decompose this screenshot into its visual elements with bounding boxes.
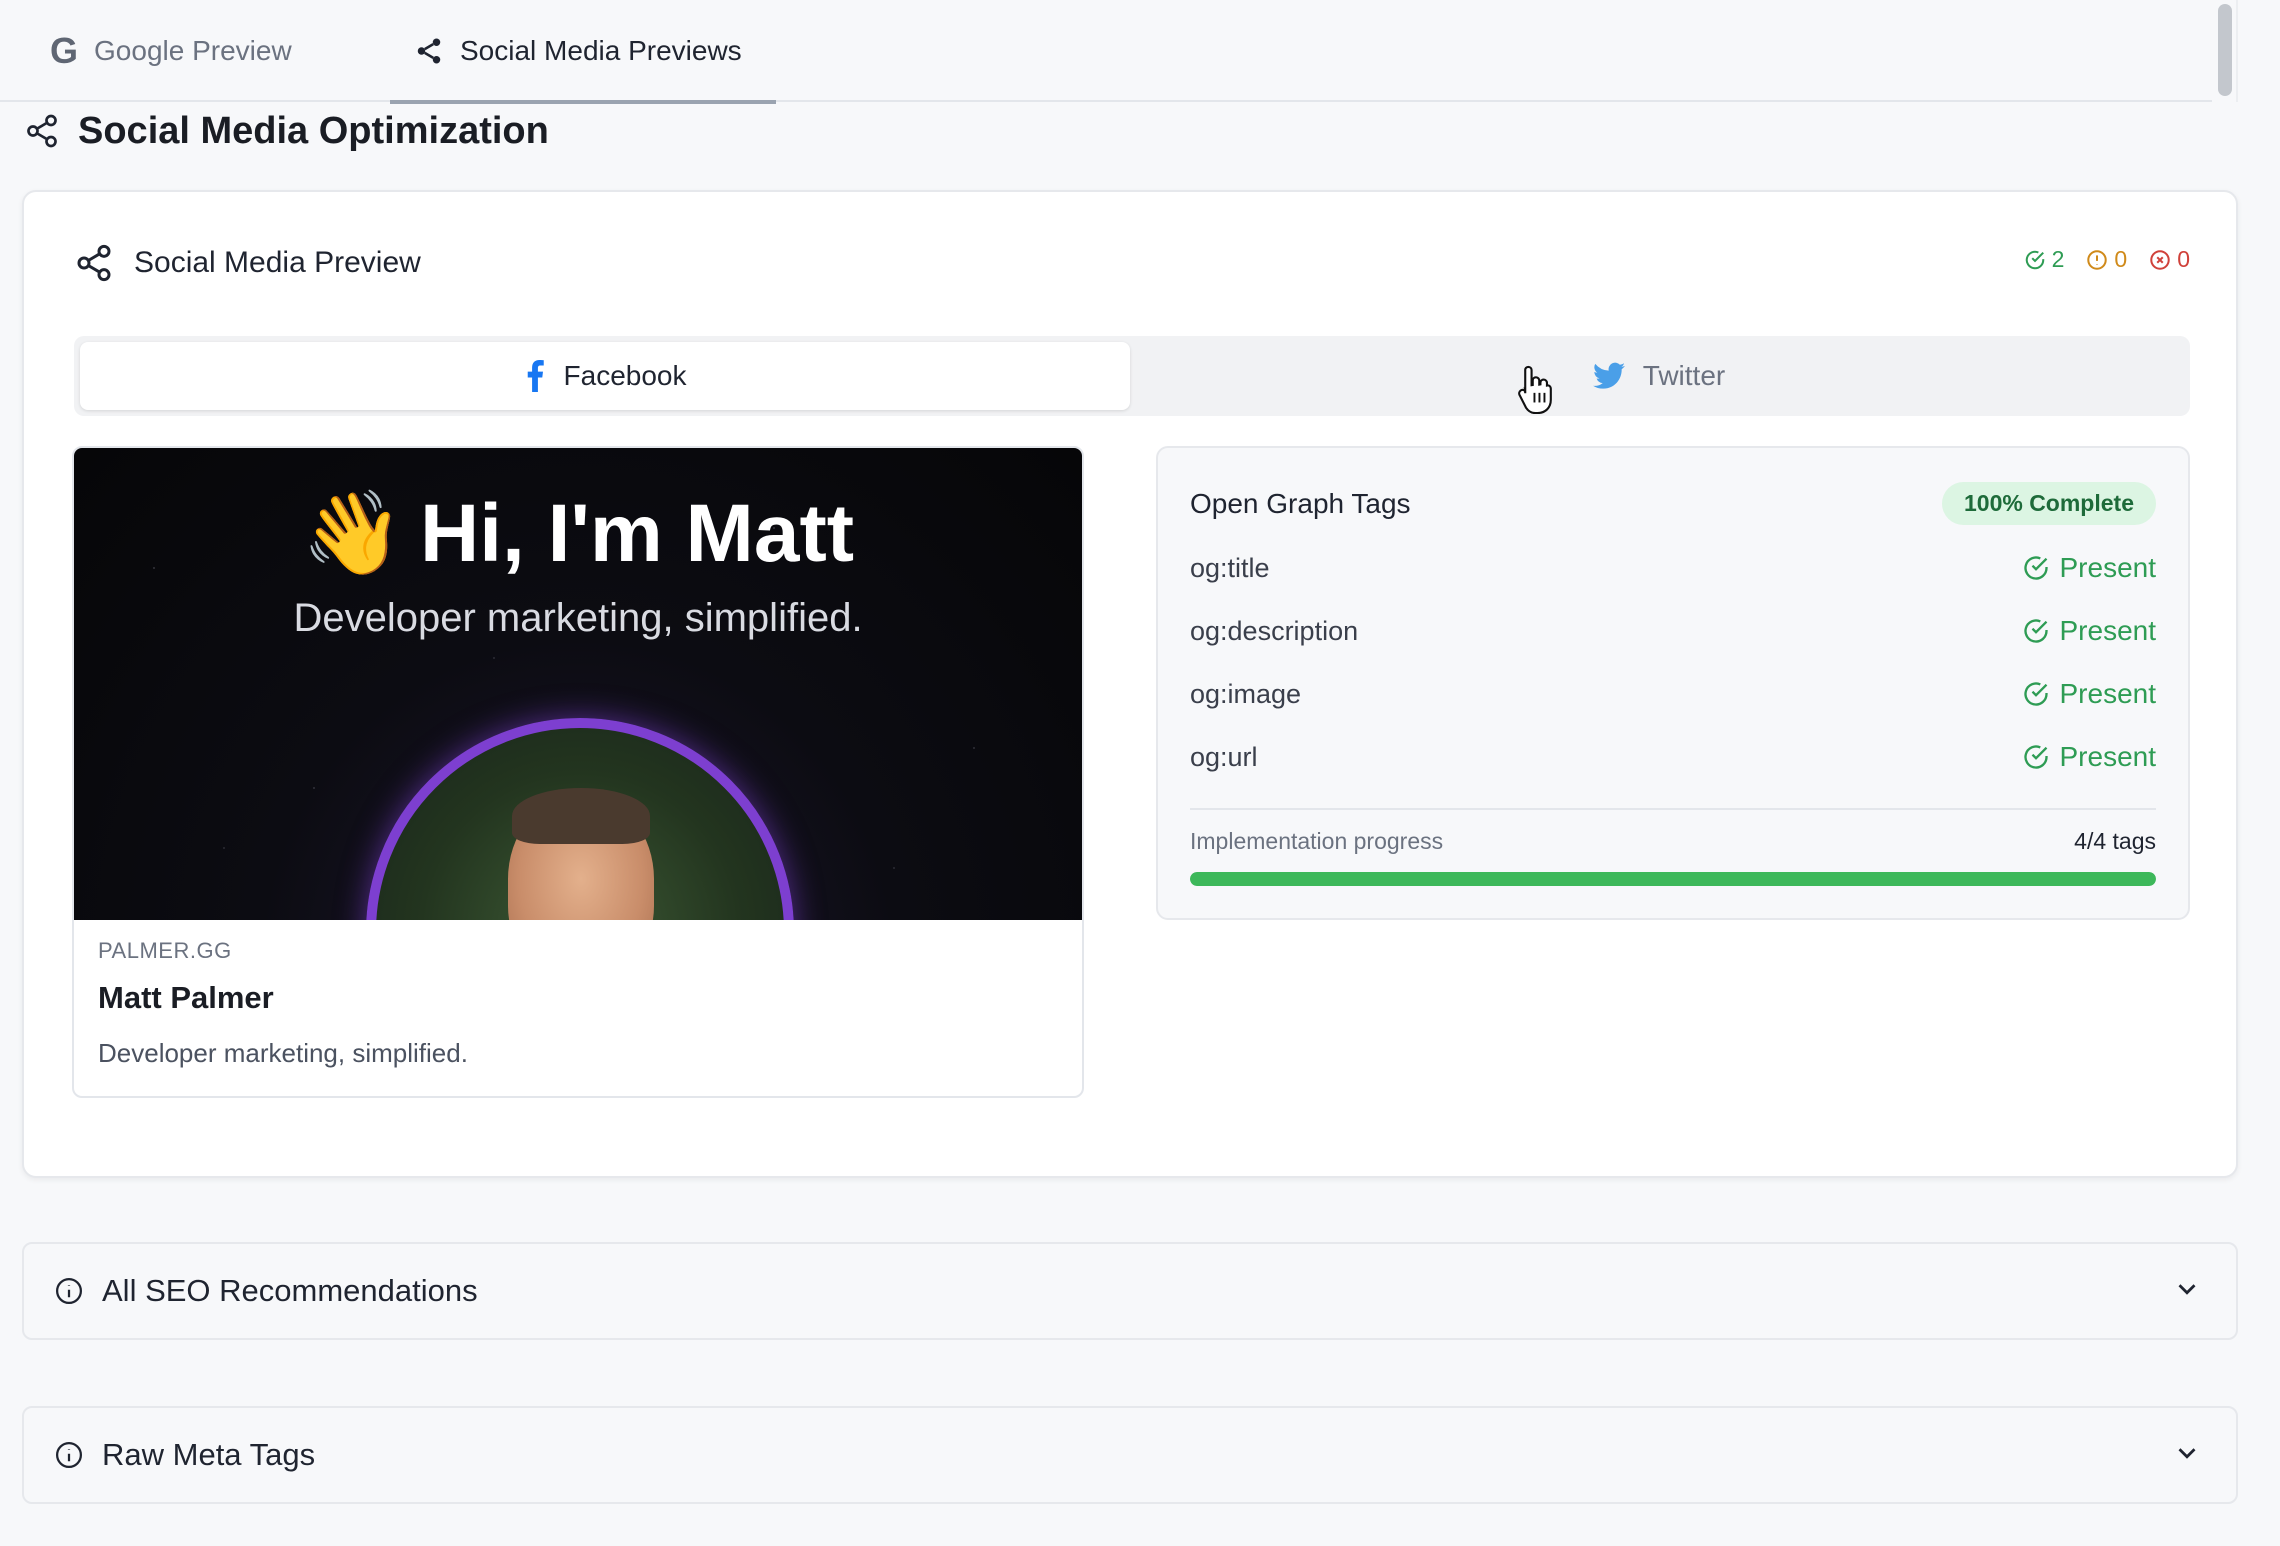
alert-circle-icon — [2087, 249, 2108, 270]
scrollbar-thumb[interactable] — [2218, 4, 2232, 96]
info-icon — [56, 1278, 82, 1304]
seo-recommendations-label: All SEO Recommendations — [102, 1273, 478, 1308]
chevron-down-icon — [2178, 1448, 2196, 1459]
og-tag-status: Present — [2022, 678, 2157, 710]
completion-badge: 100% Complete — [1941, 482, 2156, 525]
og-tag-key: og:url — [1190, 741, 1258, 772]
check-circle-icon — [2023, 619, 2048, 643]
og-image-headline-text: Hi, I'm Matt — [420, 488, 855, 579]
scrollbar-track — [2236, 0, 2238, 102]
og-tag-row: og:url Present — [1190, 737, 2156, 777]
og-tag-key: og:image — [1190, 678, 1302, 709]
tab-social-media-previews[interactable]: Social Media Previews — [390, 0, 776, 104]
og-tag-status: Present — [2022, 615, 2157, 647]
error-count-value: 0 — [2177, 246, 2190, 272]
twitter-tab-label: Twitter — [1642, 360, 1726, 391]
og-tag-key: og:title — [1190, 552, 1270, 583]
share-icon — [77, 244, 111, 282]
twitter-tab[interactable]: Twitter — [1134, 342, 2184, 410]
status-counts: 2 0 0 — [2024, 246, 2190, 273]
section-title-text: Social Media Optimization — [78, 109, 549, 152]
check-circle-icon — [2023, 556, 2048, 580]
passed-count: 2 — [2024, 246, 2065, 273]
waving-hand-icon: 👋 — [301, 488, 405, 579]
tab-social-media-previews-label: Social Media Previews — [460, 35, 742, 66]
x-circle-icon — [2150, 249, 2170, 270]
og-tag-row: og:title Present — [1190, 548, 2156, 588]
card-title: Social Media Preview — [134, 246, 421, 279]
preview-domain: PALMER.GG — [98, 938, 232, 963]
progress-label: Implementation progress — [1190, 828, 1444, 854]
share-icon — [27, 114, 57, 148]
implementation-progress-bar — [1190, 872, 2156, 886]
preview-text: PALMER.GG Matt Palmer Developer marketin… — [98, 938, 1058, 1069]
og-image-headline: 👋 Hi, I'm Matt — [74, 486, 1082, 582]
og-tag-key: og:description — [1190, 615, 1359, 646]
og-tag-status: Present — [2022, 741, 2157, 773]
og-panel-title: Open Graph Tags — [1190, 487, 1411, 519]
tab-google-preview-label: Google Preview — [94, 35, 292, 66]
progress-bar-fill — [1190, 872, 2156, 886]
google-icon: G — [50, 30, 79, 71]
facebook-tab[interactable]: Facebook — [80, 342, 1130, 410]
chevron-down-icon — [2178, 1284, 2196, 1295]
warning-count-value: 0 — [2114, 246, 2128, 272]
check-circle-icon — [2023, 745, 2048, 769]
progress-labels: Implementation progress 4/4 tags — [1190, 828, 2156, 855]
preview-title: Matt Palmer — [98, 980, 274, 1015]
raw-meta-tags-label: Raw Meta Tags — [102, 1437, 316, 1472]
divider — [1190, 808, 2156, 810]
twitter-icon — [1592, 362, 1625, 389]
hand-pointer-cursor-icon — [1518, 365, 1552, 414]
og-tag-status-text: Present — [2059, 678, 2157, 709]
section-title: Social Media Optimization — [24, 108, 549, 154]
card-header: Social Media Preview — [74, 238, 421, 288]
progress-value: 4/4 tags — [2074, 828, 2156, 854]
tab-google-preview[interactable]: G Google Preview — [50, 0, 292, 102]
facebook-tab-label: Facebook — [563, 360, 687, 391]
platform-switcher: Facebook Twitter — [74, 336, 2190, 416]
preview-tabbar: G Google Preview Social Media Previews — [0, 0, 2212, 104]
passed-count-value: 2 — [2051, 246, 2065, 272]
og-panel-header: Open Graph Tags 100% Complete — [1190, 482, 2156, 525]
error-count: 0 — [2149, 246, 2190, 273]
og-tag-status-text: Present — [2059, 615, 2157, 646]
warning-count: 0 — [2086, 246, 2127, 273]
check-circle-icon — [2025, 250, 2044, 269]
avatar-hair — [512, 788, 650, 844]
og-tag-row: og:description Present — [1190, 611, 2156, 651]
raw-meta-tags-accordion[interactable]: Raw Meta Tags — [22, 1406, 2238, 1504]
og-tag-status-text: Present — [2059, 741, 2157, 772]
facebook-icon — [527, 360, 544, 392]
facebook-link-preview[interactable]: 👋 Hi, I'm Matt Developer marketing, simp… — [72, 446, 1084, 1098]
og-image-subtitle: Developer marketing, simplified. — [293, 596, 863, 640]
info-icon — [56, 1442, 82, 1468]
social-preview-card: Social Media Preview 2 0 0 Facebook Twit… — [22, 190, 2238, 1178]
preview-description: Developer marketing, simplified. — [98, 1038, 468, 1068]
share-icon — [417, 38, 441, 64]
check-circle-icon — [2023, 682, 2048, 706]
og-tag-status: Present — [2022, 552, 2157, 584]
og-tag-status-text: Present — [2059, 552, 2157, 583]
open-graph-panel: Open Graph Tags 100% Complete og:title P… — [1156, 446, 2190, 920]
og-tag-row: og:image Present — [1190, 674, 2156, 714]
og-image: 👋 Hi, I'm Matt Developer marketing, simp… — [74, 448, 1082, 920]
seo-recommendations-accordion[interactable]: All SEO Recommendations — [22, 1242, 2238, 1340]
